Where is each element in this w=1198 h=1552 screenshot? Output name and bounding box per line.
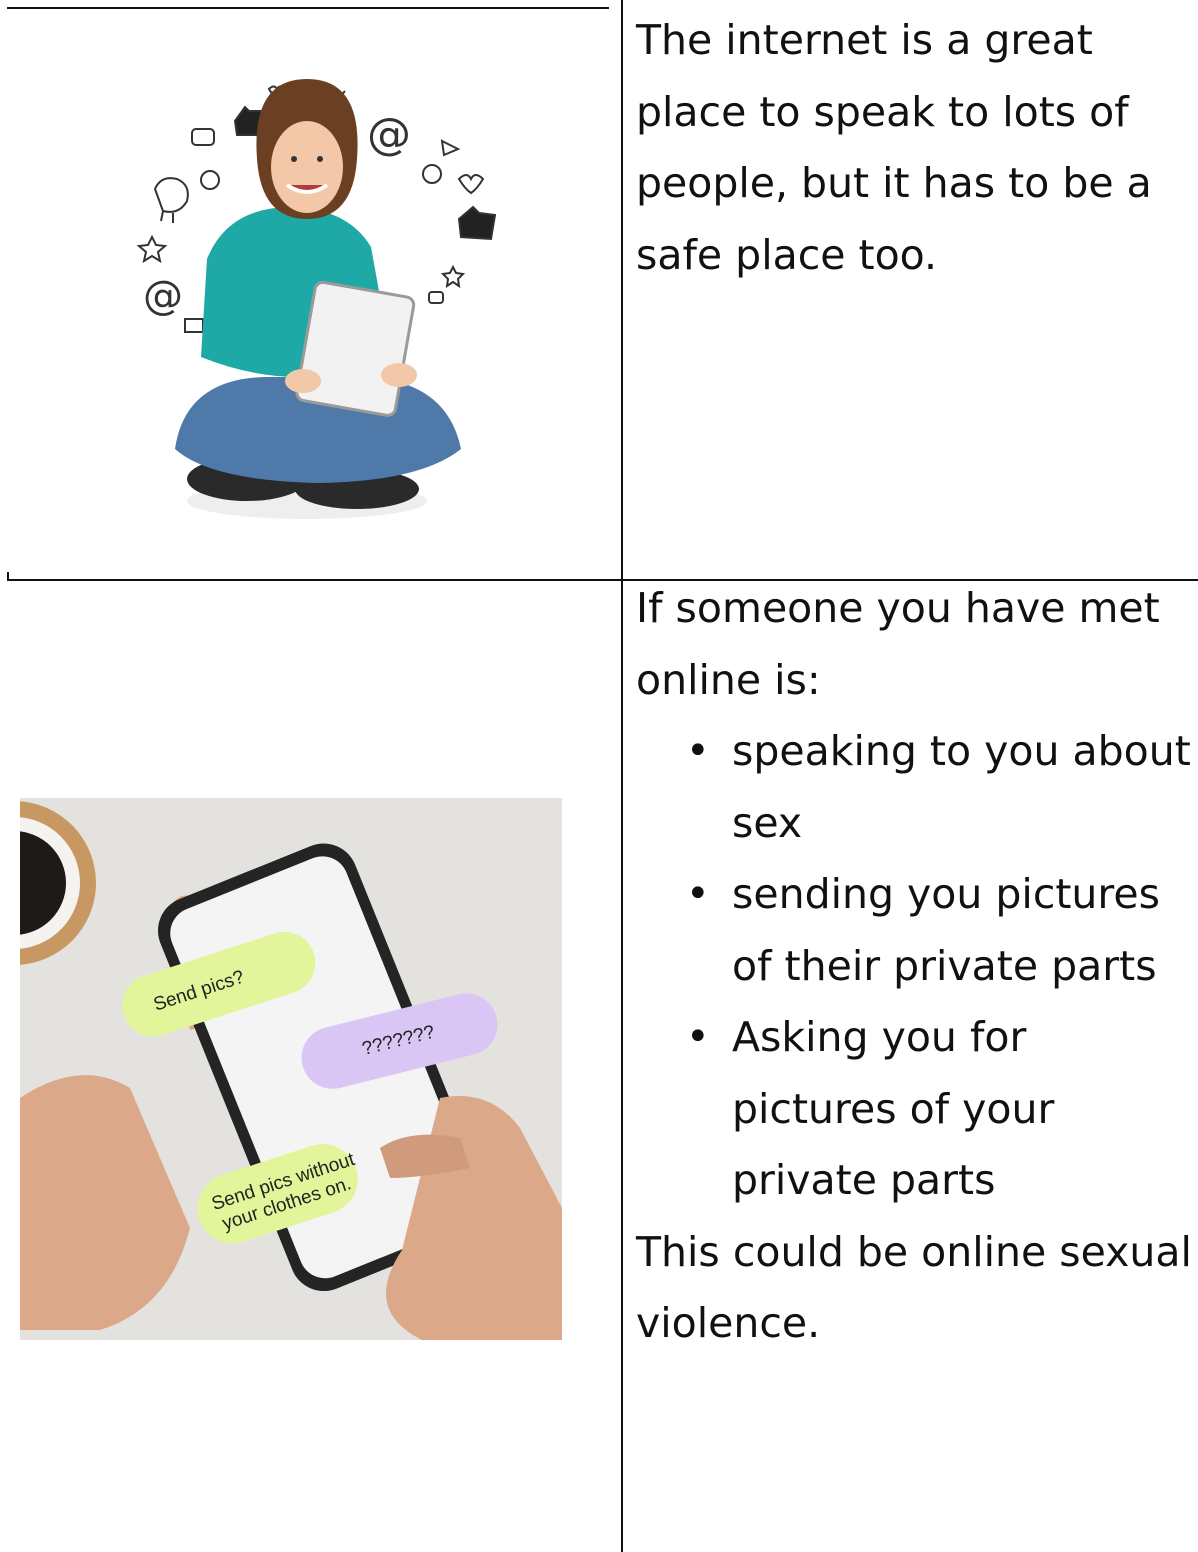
internet-safety-paragraph: The internet is a great place to speak t… bbox=[636, 16, 1152, 279]
woman-with-tablet-image: @ @ bbox=[7, 9, 608, 572]
svg-text:@: @ bbox=[143, 273, 183, 319]
content-table: @ @ The internet is a great place to spe… bbox=[0, 0, 1198, 1552]
warning-sign-item: Asking you for pictures of your private … bbox=[636, 1002, 1196, 1217]
table-column-divider bbox=[621, 0, 623, 1552]
at-sign-icon: @ bbox=[367, 109, 411, 160]
warning-signs-section: If someone you have met online is: speak… bbox=[636, 573, 1196, 1360]
warning-conclusion: This could be online sexual violence. bbox=[636, 1227, 1192, 1348]
warning-sign-item: speaking to you about sex bbox=[636, 716, 1196, 859]
warning-signs-list: speaking to you about sex sending you pi… bbox=[636, 716, 1196, 1217]
warning-intro: If someone you have met online is: bbox=[636, 584, 1160, 704]
warning-sign-item: sending you pictures of their private pa… bbox=[636, 859, 1196, 1002]
phone-messages-image: Send pics? ??????? Send pics without you… bbox=[20, 798, 562, 1340]
